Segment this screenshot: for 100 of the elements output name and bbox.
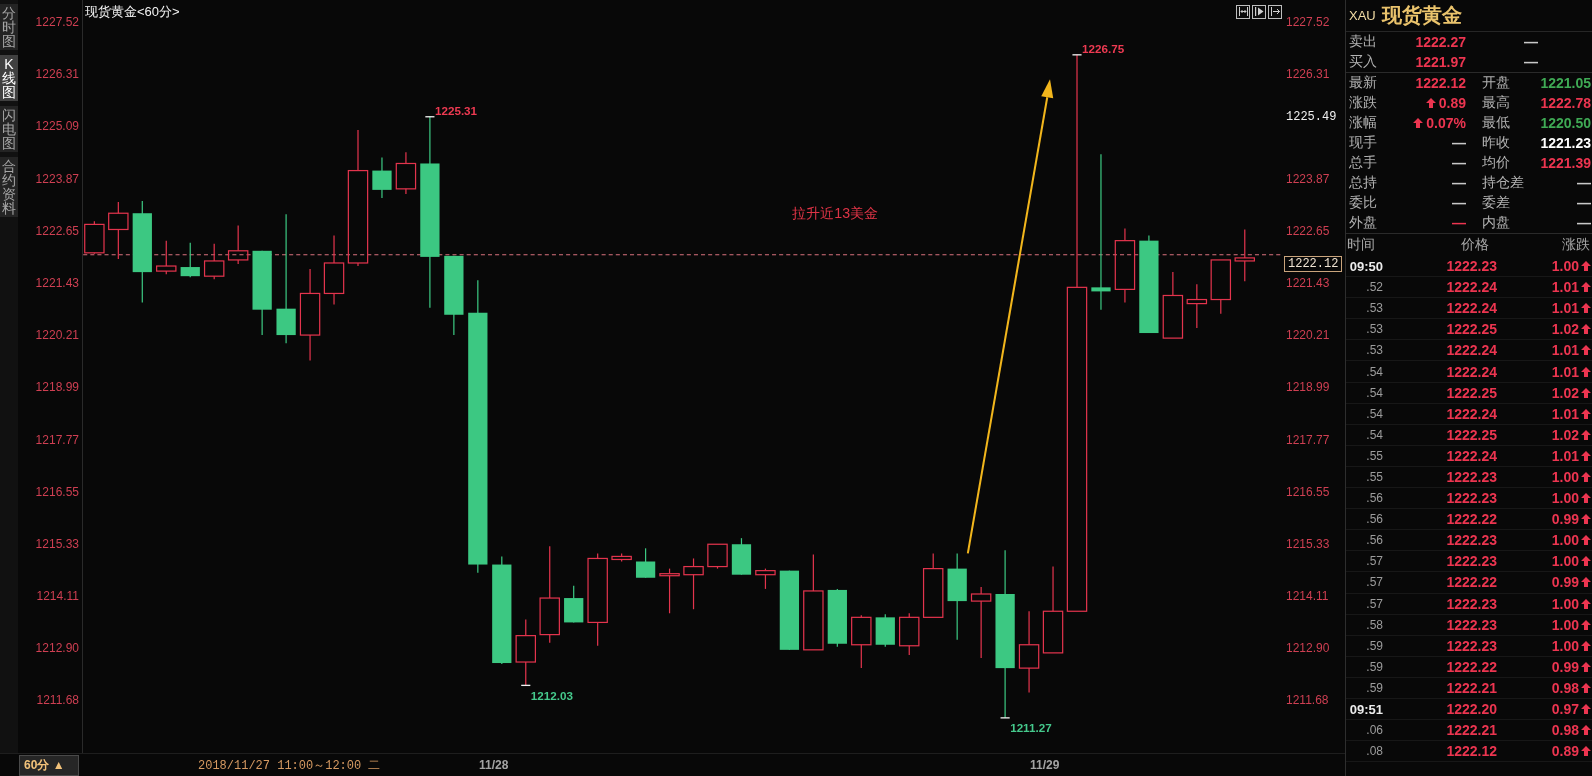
axis-label: 1222.65	[35, 223, 79, 238]
tick-price: 1222.24	[1446, 405, 1497, 422]
falling-candle	[564, 585, 584, 624]
axis-label: 1223.87	[1286, 171, 1330, 186]
tick-time: .55	[1366, 470, 1383, 484]
falling-candle	[827, 588, 847, 648]
rising-candle	[1234, 228, 1255, 282]
tick-change: 1.01	[1551, 300, 1579, 317]
view-tab[interactable]: 分时图	[0, 4, 18, 50]
tick-change: 1.01	[1551, 405, 1579, 422]
quote-value: 1221.39	[1540, 155, 1591, 171]
tick-time: .54	[1366, 406, 1383, 421]
tick-price: 1222.24	[1446, 300, 1497, 317]
tick-time: .52	[1366, 280, 1383, 295]
last-price-tag: 1222.12	[1284, 256, 1342, 272]
cursor-time: 2018/11/27 11:00～12:00 二	[198, 757, 381, 774]
tick-change: 1.00	[1551, 553, 1579, 570]
axis-label: 1212.90	[35, 641, 79, 656]
tick-time: .54	[1366, 364, 1383, 379]
tick-price: 1222.22	[1446, 574, 1497, 591]
axis-label: 1217.77	[1286, 432, 1330, 447]
quote-value: —	[1452, 175, 1466, 191]
rising-candle	[755, 568, 776, 590]
quote-label: 昨收	[1482, 134, 1510, 152]
falling-candle	[731, 537, 752, 576]
quote-value: 1221.05	[1540, 75, 1591, 91]
chart-title: 现货黄金<60分>	[85, 4, 180, 19]
quote-value: 1222.78	[1540, 95, 1591, 111]
view-tab[interactable]: 合约资料	[0, 157, 18, 217]
tick-time: .53	[1366, 301, 1383, 316]
axis-label: 1216.55	[1286, 484, 1330, 499]
quote-label: 现手	[1349, 134, 1377, 152]
callout-text: 拉升近13美金	[792, 205, 879, 222]
tick-change: 1.00	[1551, 616, 1579, 633]
quote-volume: —	[1524, 54, 1538, 70]
tick-time: .55	[1366, 448, 1383, 463]
tick-time: .57	[1366, 575, 1383, 590]
quote-label: 内盘	[1482, 214, 1510, 232]
tick-change: 1.01	[1551, 342, 1579, 359]
tick-price: 1222.24	[1446, 342, 1497, 359]
axis-label: 1223.87	[35, 171, 79, 186]
quote-value: 1221.23	[1540, 135, 1591, 151]
quote-value: —	[1577, 195, 1591, 211]
tick-change: 1.02	[1551, 384, 1579, 401]
price-marker-icon	[424, 116, 436, 118]
column-header: 价格	[1461, 236, 1489, 254]
tick-time: .59	[1366, 638, 1383, 653]
symbol-code: XAU	[1349, 8, 1376, 23]
low-price-label: 1212.03	[530, 688, 573, 702]
tick-price: 1222.23	[1446, 490, 1497, 507]
axis-label: 1226.31	[1286, 67, 1330, 82]
price-marker-label: 1225.49	[1286, 110, 1337, 125]
tick-change: 1.01	[1551, 279, 1579, 296]
tick-time: .08	[1366, 744, 1383, 759]
falling-candle	[180, 242, 200, 278]
tick-time: .57	[1366, 596, 1383, 611]
date-label: 11/28	[479, 758, 509, 772]
tick-price: 1222.22	[1446, 658, 1497, 675]
tick-change: 0.97	[1551, 701, 1579, 717]
tick-price: 1222.24	[1446, 363, 1497, 380]
axis-label: 1226.31	[35, 67, 79, 82]
rising-candle	[108, 201, 129, 260]
tick-time: .54	[1366, 385, 1383, 400]
tick-price: 1222.23	[1446, 616, 1497, 633]
tick-price: 1222.25	[1446, 384, 1497, 401]
tick-price: 1222.24	[1446, 447, 1497, 464]
quote-value: —	[1452, 215, 1466, 231]
rising-candle	[1162, 271, 1184, 339]
tick-price: 1222.21	[1446, 722, 1497, 739]
quote-label: 总持	[1349, 174, 1377, 192]
axis-label: 1217.77	[35, 432, 79, 447]
quote-label: 均价	[1482, 154, 1510, 172]
tick-change: 0.99	[1551, 574, 1579, 591]
tick-time: .57	[1366, 554, 1383, 569]
tick-change: 0.89	[1551, 743, 1579, 760]
rising-candle	[395, 151, 417, 195]
price-marker-icon	[999, 717, 1011, 719]
tick-price: 1222.23	[1446, 258, 1497, 275]
quote-label: 持仓差	[1482, 174, 1524, 192]
axis-label: 1211.68	[36, 693, 79, 708]
low-price-label: 1211.27	[1010, 721, 1052, 735]
high-price-label: 1225.31	[434, 103, 478, 117]
price-marker-icon	[1071, 54, 1083, 56]
view-tab[interactable]: 闪电图	[0, 106, 18, 152]
axis-label: 1218.99	[35, 380, 79, 395]
tick-price: 1222.12	[1446, 743, 1497, 760]
quote-label: 买入	[1349, 53, 1377, 71]
axis-label: 1215.33	[1286, 536, 1330, 551]
quote-value: —	[1452, 155, 1466, 171]
period-button[interactable]: 60分 ▲	[19, 754, 79, 776]
tick-time: .56	[1366, 533, 1383, 548]
view-tab[interactable]: K线图	[0, 55, 18, 101]
quote-price: 1221.97	[1415, 54, 1466, 70]
tick-price: 1222.23	[1446, 469, 1497, 485]
quote-value: 1220.50	[1540, 115, 1591, 131]
tick-change: 0.99	[1551, 658, 1579, 675]
tick-change: 0.98	[1551, 722, 1579, 739]
quote-value: 0.89	[1438, 95, 1466, 111]
tick-price: 1222.25	[1446, 321, 1497, 338]
tick-time: .56	[1366, 491, 1383, 506]
